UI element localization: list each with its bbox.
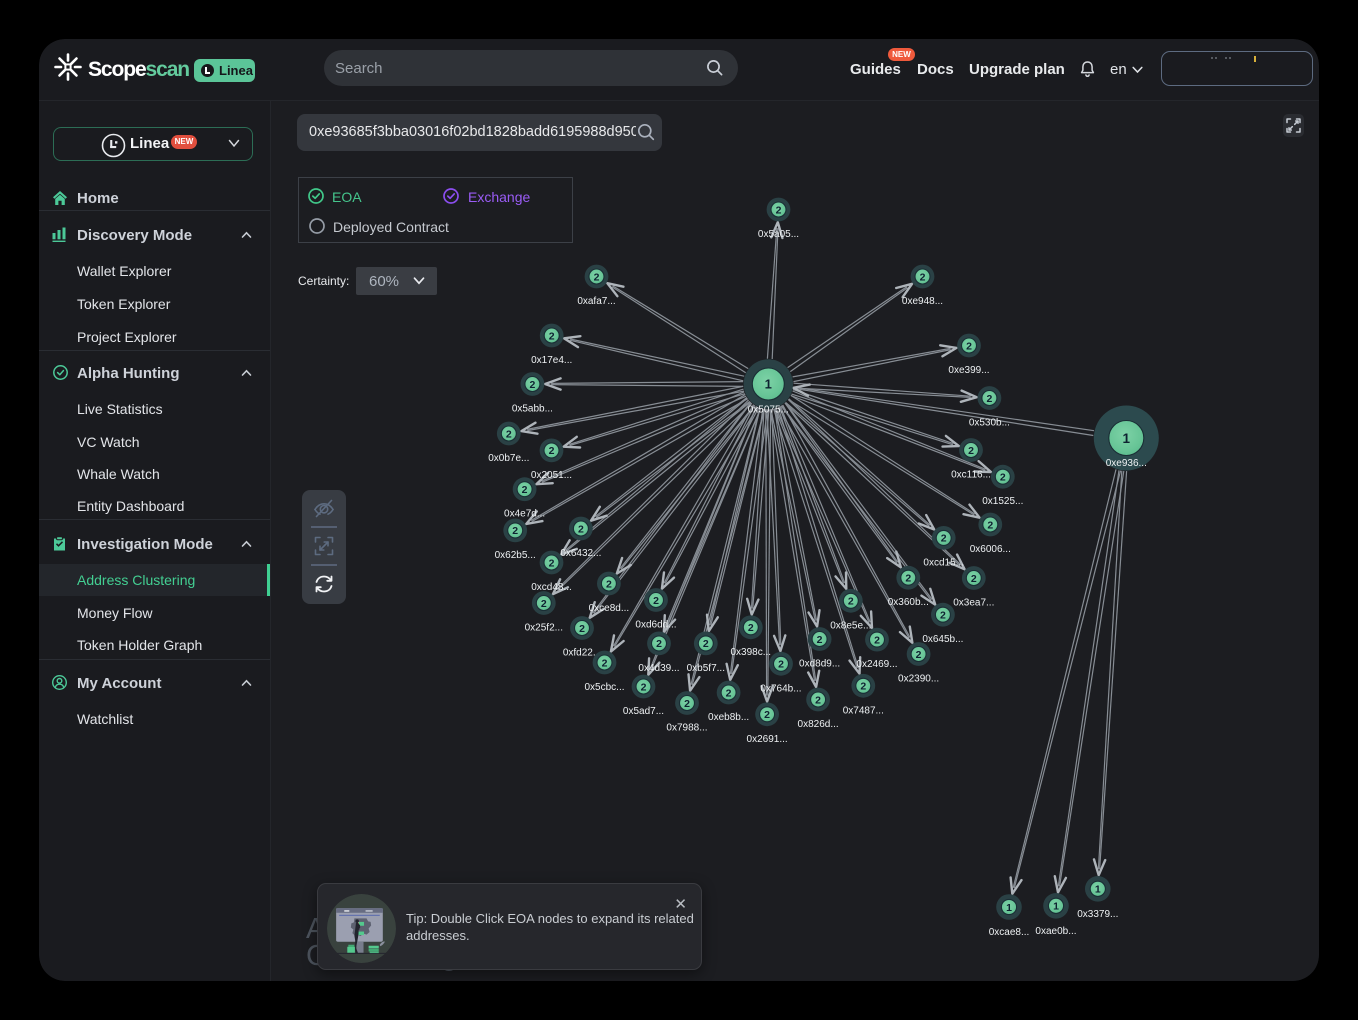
svg-text:2: 2	[848, 596, 854, 608]
svg-text:0xb5f7...: 0xb5f7...	[687, 663, 725, 674]
svg-text:0xae0b...: 0xae0b...	[1035, 926, 1076, 937]
svg-text:0x6006...: 0x6006...	[970, 544, 1011, 555]
svg-text:2: 2	[940, 610, 946, 622]
svg-text:0x0b7e...: 0x0b7e...	[488, 453, 529, 464]
svg-text:2: 2	[512, 525, 518, 537]
svg-text:2: 2	[815, 694, 821, 706]
svg-text:2: 2	[941, 533, 947, 545]
svg-text:2: 2	[1000, 472, 1006, 484]
svg-text:0x2691...: 0x2691...	[747, 734, 788, 745]
svg-text:2: 2	[860, 681, 866, 693]
svg-text:2: 2	[986, 393, 992, 405]
svg-text:2: 2	[522, 484, 528, 496]
svg-text:0x6432...: 0x6432...	[560, 548, 601, 559]
svg-text:2: 2	[656, 638, 662, 650]
svg-text:0x645b...: 0x645b...	[922, 634, 963, 645]
svg-text:1: 1	[1123, 431, 1131, 446]
svg-text:2: 2	[684, 698, 690, 710]
svg-text:0x5ad7...: 0x5ad7...	[623, 706, 664, 717]
svg-text:0xafa7...: 0xafa7...	[577, 296, 615, 307]
svg-text:2: 2	[748, 622, 754, 634]
svg-text:1: 1	[765, 377, 772, 392]
svg-text:0xcd48...: 0xcd48...	[531, 582, 572, 593]
svg-text:0xe948...: 0xe948...	[902, 296, 943, 307]
svg-text:2: 2	[920, 271, 926, 283]
svg-text:0xe936...: 0xe936...	[1106, 458, 1147, 469]
svg-text:0x5a05...: 0x5a05...	[758, 229, 799, 240]
svg-text:2: 2	[874, 634, 880, 646]
svg-text:0x62b5...: 0x62b5...	[495, 550, 536, 561]
svg-text:0x5cbc...: 0x5cbc...	[584, 682, 624, 693]
svg-text:0x7988...: 0x7988...	[666, 723, 707, 734]
svg-text:2: 2	[606, 578, 612, 590]
svg-text:2: 2	[966, 340, 972, 352]
svg-text:0x764b...: 0x764b...	[760, 683, 801, 694]
svg-text:2: 2	[578, 523, 584, 535]
svg-text:2: 2	[579, 623, 585, 635]
svg-text:0xeb8b...: 0xeb8b...	[708, 712, 749, 723]
svg-text:2: 2	[541, 598, 547, 610]
svg-text:0x7487...: 0x7487...	[843, 705, 884, 716]
svg-text:1: 1	[1006, 902, 1012, 914]
svg-text:1: 1	[1095, 884, 1101, 896]
svg-text:2: 2	[641, 681, 647, 693]
svg-text:2: 2	[549, 557, 555, 569]
svg-text:2: 2	[776, 204, 782, 216]
svg-text:0x4e7d...: 0x4e7d...	[504, 509, 545, 520]
svg-text:0x8e5e...: 0x8e5e...	[830, 620, 871, 631]
svg-text:1: 1	[1053, 901, 1059, 913]
svg-text:0xe399...: 0xe399...	[948, 365, 989, 376]
svg-text:2: 2	[817, 634, 823, 646]
svg-text:2: 2	[916, 649, 922, 661]
svg-text:0x3ea7...: 0x3ea7...	[953, 598, 994, 609]
svg-text:0x4d39...: 0x4d39...	[638, 663, 679, 674]
svg-text:0x826d...: 0x826d...	[798, 719, 839, 730]
svg-text:0x25f2...: 0x25f2...	[525, 623, 563, 634]
svg-text:0x17e4...: 0x17e4...	[531, 355, 572, 366]
svg-text:0xd8d9...: 0xd8d9...	[799, 659, 840, 670]
svg-text:0x2469...: 0x2469...	[856, 659, 897, 670]
svg-text:0x398c...: 0x398c...	[731, 647, 772, 658]
svg-text:0xc116...: 0xc116...	[951, 470, 991, 481]
svg-text:0x530b...: 0x530b...	[969, 418, 1010, 429]
svg-text:0x360b...: 0x360b...	[888, 597, 929, 608]
svg-text:2: 2	[764, 709, 770, 721]
svg-text:0x3379...: 0x3379...	[1077, 909, 1118, 920]
svg-text:0xce8d...: 0xce8d...	[589, 603, 630, 614]
svg-text:0xd6dd...: 0xd6dd...	[635, 620, 676, 631]
svg-text:2: 2	[726, 687, 732, 699]
svg-text:0xcae8...: 0xcae8...	[989, 927, 1030, 938]
svg-text:2: 2	[778, 659, 784, 671]
svg-text:0x1525...: 0x1525...	[982, 496, 1023, 507]
svg-text:0x2051...: 0x2051...	[531, 470, 572, 481]
svg-text:0x2390...: 0x2390...	[898, 674, 939, 685]
svg-text:0x5075...: 0x5075...	[748, 405, 789, 416]
svg-text:2: 2	[653, 595, 659, 607]
svg-text:2: 2	[594, 271, 600, 283]
svg-text:2: 2	[703, 638, 709, 650]
svg-text:2: 2	[968, 445, 974, 457]
svg-text:2: 2	[905, 573, 911, 585]
svg-text:0x5abb...: 0x5abb...	[512, 404, 553, 415]
svg-text:0xcd15...: 0xcd15...	[923, 557, 964, 568]
svg-text:2: 2	[987, 519, 993, 531]
svg-text:2: 2	[602, 657, 608, 669]
svg-text:2: 2	[529, 379, 535, 391]
svg-text:2: 2	[549, 330, 555, 342]
svg-text:2: 2	[971, 573, 977, 585]
svg-text:2: 2	[549, 445, 555, 457]
svg-text:2: 2	[506, 428, 512, 440]
